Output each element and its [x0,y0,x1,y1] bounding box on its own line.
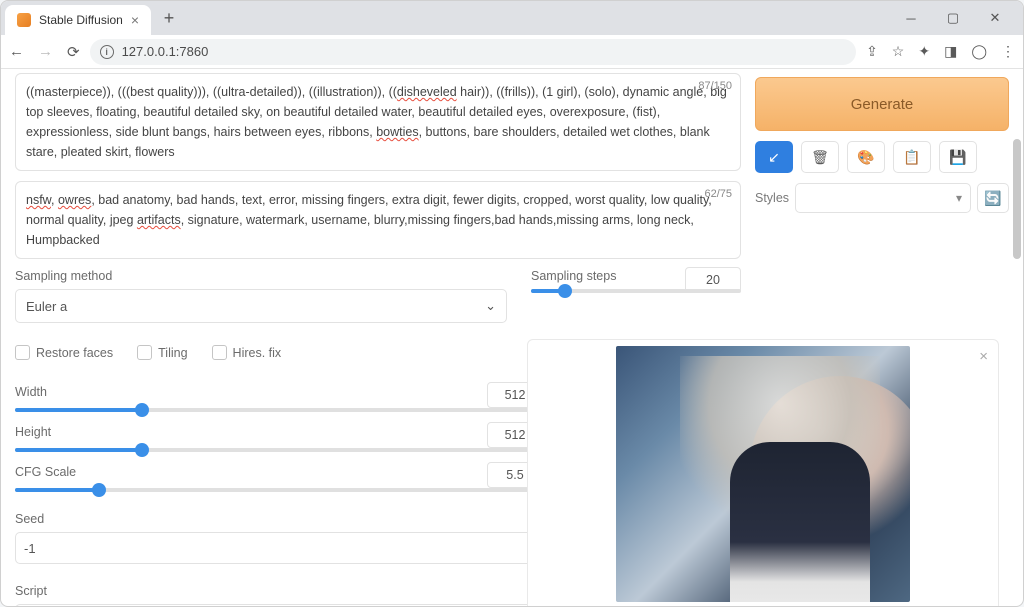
toolbar-icons: ⇪ ☆ ✦ ◨ ◯ ⋮ [866,43,1015,60]
sampling-method-select[interactable]: Euler a ⌄ [15,289,507,323]
generate-button[interactable]: Generate [755,77,1009,131]
negative-prompt-input[interactable]: 62/75 nsfw, owres, bad anatomy, bad hand… [15,181,741,259]
prompt-input[interactable]: 87/150 ((masterpiece)), (((best quality)… [15,73,741,171]
titlebar: Stable Diffusion × + ─ ▢ ✕ [1,1,1023,35]
forward-icon[interactable]: → [38,43,53,61]
maximize-icon[interactable]: ▢ [939,7,967,29]
save-button[interactable]: 💾 [939,141,977,173]
width-slider[interactable] [15,408,543,412]
arrow-button[interactable]: ↙ [755,141,793,173]
scrollbar[interactable] [1013,139,1021,259]
palette-button[interactable]: 🎨 [847,141,885,173]
sampling-steps-slider[interactable] [531,289,741,293]
url-field[interactable]: i 127.0.0.1:7860 [90,39,856,65]
hires-fix-check[interactable]: Hires. fix [212,345,282,360]
page-content: 87/150 ((masterpiece)), (((best quality)… [1,69,1023,606]
chevron-down-icon: ▾ [956,191,962,205]
close-window-icon[interactable]: ✕ [981,7,1009,29]
prompt-token-count: 87/150 [698,78,732,96]
url-text: 127.0.0.1:7860 [122,44,209,59]
back-icon[interactable]: ← [9,43,24,61]
tiling-check[interactable]: Tiling [137,345,187,360]
star-icon[interactable]: ☆ [892,43,905,60]
sidepanel-icon[interactable]: ◨ [944,43,957,60]
output-close-icon[interactable]: × [979,348,988,365]
url-bar: ← → ⟳ i 127.0.0.1:7860 ⇪ ☆ ✦ ◨ ◯ ⋮ [1,35,1023,69]
favicon-icon [17,13,31,27]
sampling-method-label: Sampling method [15,269,507,283]
chevron-down-icon: ⌄ [485,298,496,314]
browser-window: Stable Diffusion × + ─ ▢ ✕ ← → ⟳ i 127.0… [0,0,1024,607]
params-top: Sampling method Euler a ⌄ Sampling steps [15,269,741,323]
width-label: Width [15,385,47,399]
window-controls: ─ ▢ ✕ [897,7,1019,29]
tab-title: Stable Diffusion [39,13,123,27]
trash-button[interactable]: 🗑 [801,141,839,173]
cfg-slider[interactable] [15,488,543,492]
share-icon[interactable]: ⇪ [866,43,878,60]
cfg-label: CFG Scale [15,465,76,479]
output-panel: × [527,339,999,606]
nav-icons: ← → ⟳ [9,43,80,61]
profile-icon[interactable]: ◯ [971,43,987,60]
height-slider[interactable] [15,448,543,452]
styles-label: Styles [755,191,789,205]
styles-select[interactable]: ▾ [795,183,971,213]
seed-input[interactable]: -1 [15,532,591,564]
extensions-icon[interactable]: ✦ [918,43,930,60]
styles-row: Styles ▾ 🔄 [755,183,1009,213]
minimize-icon[interactable]: ─ [897,7,925,29]
new-tab-button[interactable]: + [157,6,181,30]
clipboard-button[interactable]: 📋 [893,141,931,173]
neg-prompt-token-count: 62/75 [704,186,732,204]
height-label: Height [15,425,51,439]
output-image[interactable] [616,346,910,602]
action-icon-row: ↙ 🗑 🎨 📋 💾 [755,141,1009,173]
menu-icon[interactable]: ⋮ [1001,43,1015,60]
browser-tab[interactable]: Stable Diffusion × [5,5,151,35]
tab-close-icon[interactable]: × [131,12,139,28]
restore-faces-check[interactable]: Restore faces [15,345,113,360]
reload-icon[interactable]: ⟳ [67,43,80,61]
styles-refresh-button[interactable]: 🔄 [977,183,1009,213]
site-info-icon[interactable]: i [100,45,114,59]
